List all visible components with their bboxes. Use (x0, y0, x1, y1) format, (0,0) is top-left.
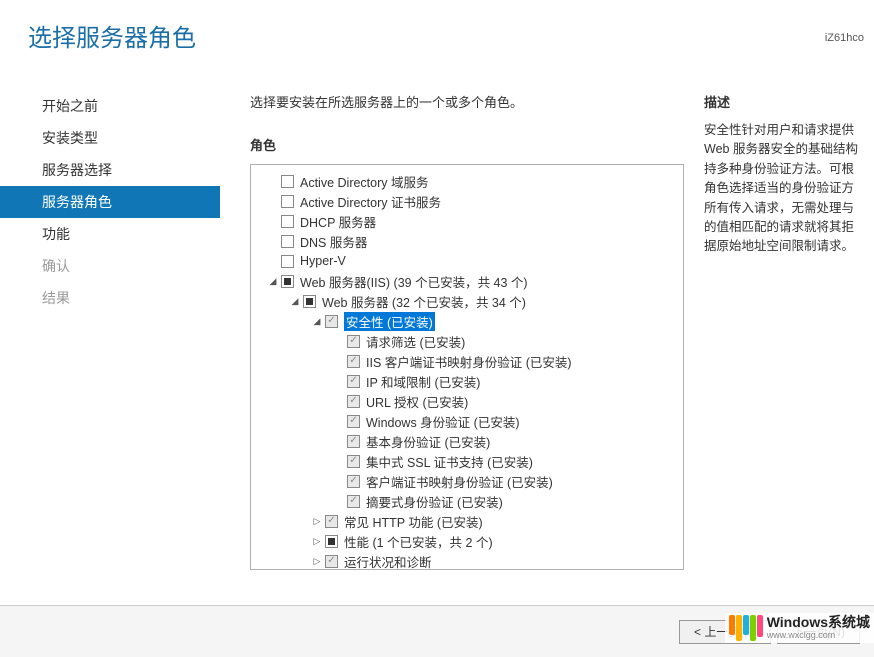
tree-row[interactable]: Active Directory 域服务 (255, 171, 679, 191)
checkbox[interactable] (281, 175, 294, 188)
watermark: Windows系统城 www.wxclgg.com (725, 613, 874, 643)
tree-row[interactable]: ▷ 运行状况和诊断 (255, 551, 679, 570)
checkbox[interactable] (325, 515, 338, 528)
watermark-main: Windows系统城 (767, 615, 870, 630)
chevron-right-icon[interactable]: ▷ (311, 535, 323, 547)
tree-node-label[interactable]: 安全性 (已安装) (344, 312, 435, 331)
tree-node-label[interactable]: DHCP 服务器 (300, 212, 376, 231)
hostname-label: iZ61hco (825, 32, 864, 44)
tree-row[interactable]: DHCP 服务器 (255, 211, 679, 231)
tree-row[interactable]: DNS 服务器 (255, 231, 679, 251)
tree-row[interactable]: ◢ Web 服务器 (32 个已安装，共 34 个) (255, 291, 679, 311)
sidebar-item-2[interactable]: 服务器选择 (0, 154, 220, 186)
checkbox[interactable] (281, 255, 294, 268)
checkbox[interactable] (347, 435, 360, 448)
tree-node-label[interactable]: 客户端证书映射身份验证 (已安装) (366, 472, 553, 491)
instruction-text: 选择要安装在所选服务器上的一个或多个角色。 (250, 92, 684, 111)
chevron-down-icon[interactable]: ◢ (311, 315, 323, 327)
watermark-sub: www.wxclgg.com (767, 631, 870, 641)
checkbox[interactable] (281, 235, 294, 248)
tree-node-label[interactable]: IIS 客户端证书映射身份验证 (已安装) (366, 352, 572, 371)
wizard-header: 选择服务器角色 iZ61hco (0, 0, 874, 70)
checkbox[interactable] (347, 475, 360, 488)
checkbox[interactable] (347, 495, 360, 508)
checkbox[interactable] (325, 535, 338, 548)
checkbox[interactable] (325, 555, 338, 568)
checkbox[interactable] (325, 315, 338, 328)
chevron-down-icon[interactable]: ◢ (267, 275, 279, 287)
tree-row[interactable]: Windows 身份验证 (已安装) (255, 411, 679, 431)
tree-row[interactable]: ◢ 安全性 (已安装) (255, 311, 679, 331)
page-title: 选择服务器角色 (28, 18, 874, 53)
tree-row[interactable]: 请求筛选 (已安装) (255, 331, 679, 351)
sidebar-item-0[interactable]: 开始之前 (0, 90, 220, 122)
sidebar-item-1[interactable]: 安装类型 (0, 122, 220, 154)
chevron-down-icon[interactable]: ◢ (289, 295, 301, 307)
tree-node-label[interactable]: DNS 服务器 (300, 232, 367, 251)
tree-node-label[interactable]: 性能 (1 个已安装，共 2 个) (344, 532, 493, 551)
sidebar-item-6: 结果 (0, 282, 220, 314)
checkbox[interactable] (303, 295, 316, 308)
checkbox[interactable] (347, 395, 360, 408)
tree-row[interactable]: ▷ 性能 (1 个已安装，共 2 个) (255, 531, 679, 551)
tree-row[interactable]: ▷ 常见 HTTP 功能 (已安装) (255, 511, 679, 531)
tree-row[interactable]: 基本身份验证 (已安装) (255, 431, 679, 451)
tree-node-label[interactable]: IP 和域限制 (已安装) (366, 372, 480, 391)
tree-row[interactable]: 摘要式身份验证 (已安装) (255, 491, 679, 511)
checkbox[interactable] (347, 355, 360, 368)
tree-row[interactable]: IIS 客户端证书映射身份验证 (已安装) (255, 351, 679, 371)
tree-row[interactable]: ◢ Web 服务器(IIS) (39 个已安装，共 43 个) (255, 271, 679, 291)
desc-text: 安全性针对用户和请求提供 Web 服务器安全的基础结构持多种身份验证方法。可根角… (704, 121, 864, 257)
tree-node-label[interactable]: Windows 身份验证 (已安装) (366, 412, 519, 431)
sidebar-item-5: 确认 (0, 250, 220, 282)
tree-node-label[interactable]: URL 授权 (已安装) (366, 392, 468, 411)
roles-tree[interactable]: Active Directory 域服务Active Directory 证书服… (250, 164, 684, 570)
tree-row[interactable]: Hyper-V (255, 251, 679, 271)
tree-row[interactable]: URL 授权 (已安装) (255, 391, 679, 411)
tree-node-label[interactable]: Web 服务器 (32 个已安装，共 34 个) (322, 292, 526, 311)
chevron-right-icon[interactable]: ▷ (311, 515, 323, 527)
desc-label: 描述 (704, 92, 864, 111)
checkbox[interactable] (347, 335, 360, 348)
chevron-right-icon[interactable]: ▷ (311, 555, 323, 567)
watermark-logo-icon (729, 615, 763, 641)
sidebar-item-4[interactable]: 功能 (0, 218, 220, 250)
tree-node-label[interactable]: 基本身份验证 (已安装) (366, 432, 490, 451)
checkbox[interactable] (281, 195, 294, 208)
sidebar-item-3[interactable]: 服务器角色 (0, 186, 220, 218)
tree-node-label[interactable]: Active Directory 证书服务 (300, 192, 441, 211)
checkbox[interactable] (347, 415, 360, 428)
tree-row[interactable]: Active Directory 证书服务 (255, 191, 679, 211)
tree-node-label[interactable]: 摘要式身份验证 (已安装) (366, 492, 503, 511)
tree-node-label[interactable]: 常见 HTTP 功能 (已安装) (344, 512, 483, 531)
wizard-sidebar: 开始之前安装类型服务器选择服务器角色功能确认结果 (0, 70, 220, 595)
tree-node-label[interactable]: 运行状况和诊断 (344, 552, 432, 571)
checkbox[interactable] (281, 275, 294, 288)
roles-label: 角色 (250, 135, 684, 154)
checkbox[interactable] (347, 375, 360, 388)
tree-node-label[interactable]: 请求筛选 (已安装) (366, 332, 465, 351)
tree-row[interactable]: 集中式 SSL 证书支持 (已安装) (255, 451, 679, 471)
tree-row[interactable]: 客户端证书映射身份验证 (已安装) (255, 471, 679, 491)
checkbox[interactable] (281, 215, 294, 228)
tree-row[interactable]: IP 和域限制 (已安装) (255, 371, 679, 391)
tree-node-label[interactable]: Web 服务器(IIS) (39 个已安装，共 43 个) (300, 272, 528, 291)
tree-node-label[interactable]: Active Directory 域服务 (300, 172, 429, 191)
checkbox[interactable] (347, 455, 360, 468)
tree-node-label[interactable]: Hyper-V (300, 254, 346, 268)
tree-node-label[interactable]: 集中式 SSL 证书支持 (已安装) (366, 452, 533, 471)
